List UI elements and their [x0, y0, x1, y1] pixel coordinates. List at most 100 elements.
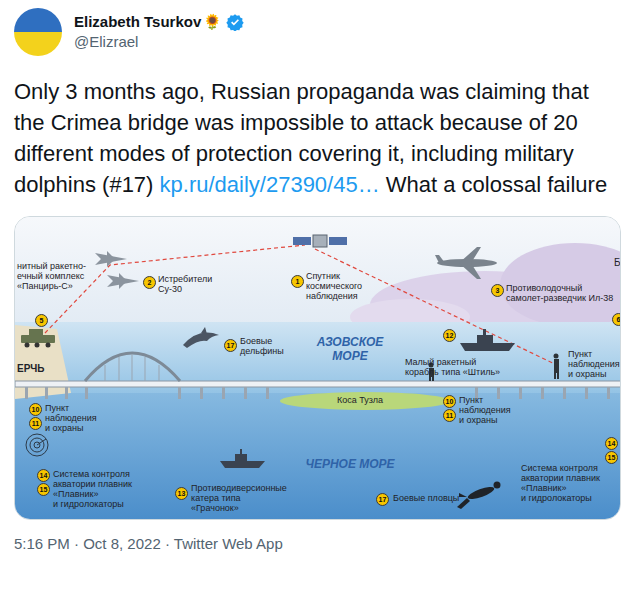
marker-label-line: «Плавник» [53, 489, 132, 499]
marker-label-line: Противодиверсионные [191, 483, 287, 493]
marker-label-line: Система контроля [53, 469, 132, 479]
marker-number: 15 [605, 451, 618, 464]
marker-label: ИстребителиСу-30 [158, 274, 212, 294]
marker-label: нитный ракетно-ечный комплекс«Панцирь-С» [17, 261, 86, 291]
marker-numbers: 3 [491, 284, 504, 297]
marker-number: 1 [291, 275, 304, 288]
sea-label: ЧЕРНОЕ МОРЕ [305, 457, 395, 471]
marker-numbers: 17 [376, 493, 389, 506]
place-label: Коса Тузла [337, 395, 383, 406]
marker-label-line: Спутник [306, 271, 362, 281]
sea-label-line: АЗОВСКОЕ [317, 335, 384, 349]
marker-label-line: ечный комплекс [17, 271, 86, 281]
marker-label-line: Противолодочный [506, 283, 613, 293]
patrol-boat-icon [220, 449, 265, 468]
marker-label-line: «Панцирь-С» [17, 281, 86, 291]
marker-label-line: и гидролокаторы [53, 499, 132, 509]
marker-numbers: 1011 [29, 403, 42, 430]
marker-numbers: 2 [143, 276, 156, 289]
marker-label-line: Боевые пловцы [393, 493, 459, 503]
tweet-link[interactable]: kp.ru/daily/27390/45… [160, 172, 380, 197]
dashed-lines [45, 245, 561, 367]
author-name[interactable]: Elizabeth Tsurkov [74, 12, 201, 32]
marker-number: 17 [376, 493, 389, 506]
marker-label: Малый ракетныйкорабль типа «Штиль» [405, 357, 500, 377]
marker-label: Система контроляакватории плавник«Плавни… [521, 463, 600, 503]
sea-label-line: МОРЕ [332, 349, 367, 363]
marker-label-line: наблюдения [459, 405, 511, 415]
marker-label: Противодиверсионныекатера типа«Грачонок» [191, 483, 287, 513]
marker-label-line: самолет-разведчик Ил-38 [506, 293, 613, 303]
author-name-row[interactable]: Elizabeth Tsurkov🌻 [74, 12, 244, 32]
marker-label: Пунктнаблюденияи охраны [459, 395, 511, 425]
timestamp[interactable]: 5:16 PM · Oct 8, 2022 · Twitter Web App [14, 534, 621, 554]
marker-label-line: «Грачонок» [191, 503, 287, 513]
place-label: ЕРЧЬ [17, 363, 45, 375]
marker-label-line: «Плавник» [521, 483, 600, 493]
marker-label: Противолодочныйсамолет-разведчик Ил-38 [506, 283, 613, 303]
marker-label-line: Система контроля [521, 463, 600, 473]
marker-label-line: корабль типа «Штиль» [405, 367, 500, 377]
sea-label: АЗОВСКОЕМОРЕ [305, 335, 395, 363]
marker-numbers: 1415 [605, 437, 618, 464]
marker-label-line: Боевые [240, 336, 284, 346]
infographic: АЗОВСКОЕМОРЕ ЧЕРНОЕ МОРЕ ЕРЧЬ Коса Тузла Бни… [15, 217, 621, 520]
sonar-icon [26, 434, 48, 456]
author-handle[interactable]: @Elizrael [74, 32, 244, 52]
marker-label: Боевые пловцы [393, 493, 459, 503]
marker-number: 17 [224, 339, 237, 352]
marker-number: 14 [37, 469, 50, 482]
marker-number: 3 [491, 284, 504, 297]
marker-number: 12 [443, 329, 456, 342]
author-emoji: 🌻 [203, 12, 222, 32]
marker-numbers: 6 [612, 313, 621, 326]
marker-number: 11 [29, 417, 42, 430]
marker-numbers: 1 [291, 275, 304, 288]
marker-number: 15 [37, 483, 50, 496]
infographic-labels: АЗОВСКОЕМОРЕ ЧЕРНОЕ МОРЕ ЕРЧЬ Коса Тузла Бни… [15, 217, 621, 520]
marker-label-line: и охраны [459, 415, 511, 425]
marker-label: Пунктнаблюденияи охраны [45, 403, 97, 433]
marker-number: 13 [175, 487, 188, 500]
marker-numbers: 5 [35, 314, 48, 327]
marker-numbers: 1011 [443, 395, 456, 422]
marker-numbers: 13 [175, 487, 188, 500]
marker-label-line: Пункт [459, 395, 511, 405]
marker-number: 14 [605, 437, 618, 450]
diver-icon [457, 482, 501, 510]
marker-label-line: наблюдения [568, 359, 620, 369]
bridge [15, 353, 621, 399]
marker-number: 2 [143, 276, 156, 289]
tweet-text: Only 3 months ago, Russian propaganda wa… [14, 76, 621, 200]
marker-label-line: и гидролокаторы [521, 493, 600, 503]
pantsir-truck-icon [21, 329, 55, 348]
marker-label-line: наблюдения [306, 291, 362, 301]
marker-label-line: акватории плавник [521, 473, 600, 483]
ship-icon [460, 329, 515, 351]
jet-icon [95, 251, 139, 289]
marker-number: 10 [443, 395, 456, 408]
sea-label-line: ЧЕРНОЕ МОРЕ [305, 457, 394, 471]
marker-numbers: 17 [224, 339, 237, 352]
satellite-icon [293, 235, 347, 247]
kerch-shore [15, 325, 71, 399]
tweet: Elizabeth Tsurkov🌻 @Elizrael Only 3 mont… [0, 0, 635, 602]
marker-label-line: Пункт [568, 349, 620, 359]
tweet-text-part: What a colossal failure [380, 172, 607, 197]
tuzla-spit [280, 392, 450, 410]
tweet-image[interactable]: АЗОВСКОЕМОРЕ ЧЕРНОЕ МОРЕ ЕРЧЬ Коса Тузла Бни… [14, 216, 621, 520]
marker-label: Спутниккосмическогонаблюдения [306, 271, 362, 301]
marker-numbers: 1415 [37, 469, 50, 496]
marker-label: Пунктнаблюденияи охраны [568, 349, 620, 379]
marker-number: 5 [35, 314, 48, 327]
marker-label-line: нитный ракетно- [17, 261, 86, 271]
marker-label-line: катера типа [191, 493, 287, 503]
edge-fragment: Б [614, 257, 621, 269]
marker-label-line: Истребители [158, 274, 212, 284]
tweet-header: Elizabeth Tsurkov🌻 @Elizrael [14, 8, 621, 56]
marker-label-line: космического [306, 281, 362, 291]
marker-numbers: 12 [443, 329, 456, 342]
marker-number: 10 [29, 403, 42, 416]
verified-badge-icon [226, 13, 244, 31]
avatar[interactable] [14, 8, 62, 56]
